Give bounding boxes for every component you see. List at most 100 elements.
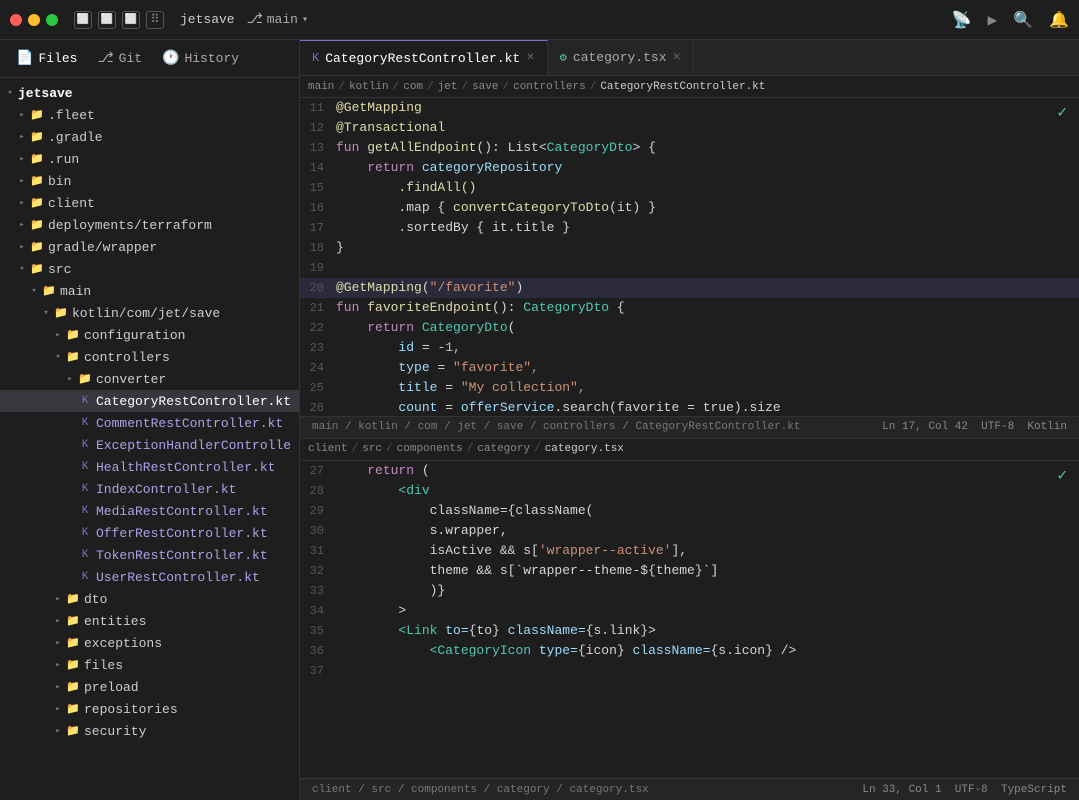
tree-item-comment-rest[interactable]: K CommentRestController.kt [0,412,299,434]
code-line-12: 12@Transactional [300,118,1079,138]
tree-item-client[interactable]: 📁 client [0,192,299,214]
minimize-button[interactable] [28,14,40,26]
tree-item-health[interactable]: K HealthRestController.kt [0,456,299,478]
tree-item-controllers[interactable]: 📁 controllers [0,346,299,368]
tree-item-category-rest[interactable]: K CategoryRestController.kt [0,390,299,412]
bin-folder-icon: 📁 [30,174,44,188]
security-label: security [84,724,146,739]
sidebar-tabs: 📄 Files ⎇ Git 🕐 History [0,40,299,78]
main-arrow-icon [28,285,40,297]
run-icon[interactable]: ▶ [988,10,998,30]
tsx-position-status: Ln 33, Col 1 UTF-8 TypeScript [862,784,1067,796]
kt-tab-close-icon[interactable]: × [526,51,534,65]
tsx-tab-close-icon[interactable]: × [673,51,681,65]
tree-item-user[interactable]: K UserRestController.kt [0,566,299,588]
deployments-label: deployments/terraform [48,218,212,233]
editor-tab-tsx[interactable]: ⚙ category.tsx × [548,40,694,75]
converter-arrow-icon [64,373,76,385]
files-label: files [84,658,123,673]
root-label: jetsave [18,86,73,101]
tree-item-run[interactable]: 📁 .run [0,148,299,170]
tree-item-configuration[interactable]: 📁 configuration [0,324,299,346]
tsx-code-content: ✓ 27 return ( 28 <div 29 className={clas… [300,461,1079,779]
tree-item-index[interactable]: K IndexController.kt [0,478,299,500]
tree-item-exception[interactable]: K ExceptionHandlerControlle [0,434,299,456]
tree-item-gradle-wrapper[interactable]: 📁 gradle/wrapper [0,236,299,258]
tree-root[interactable]: jetsave [0,82,299,104]
tree-item-exceptions[interactable]: 📁 exceptions [0,632,299,654]
tree-item-kotlin[interactable]: 📁 kotlin/com/jet/save [0,302,299,324]
sidebar: 📄 Files ⎇ Git 🕐 History jetsave 📁 . [0,40,300,800]
kt-tab-label: CategoryRestController.kt [325,51,520,66]
notification-icon[interactable]: 🔔 [1049,10,1069,30]
code-line-23: 23 id = -1, [300,338,1079,358]
client-label: client [48,196,95,211]
tree-item-converter[interactable]: 📁 converter [0,368,299,390]
kt-breadcrumb-file: CategoryRestController.kt [600,81,765,93]
main-layout: 📄 Files ⎇ Git 🕐 History jetsave 📁 . [0,40,1079,800]
maximize-button[interactable] [46,14,58,26]
exceptions-folder-icon: 📁 [66,636,80,650]
tree-item-offer[interactable]: K OfferRestController.kt [0,522,299,544]
category-rest-label: CategoryRestController.kt [96,394,291,409]
kt-code-pane: main / kotlin / com / jet / save / contr… [300,76,1079,439]
kt-icon-comment: K [78,416,92,430]
controllers-folder-icon: 📁 [66,350,80,364]
tsx-line-30: 30 s.wrapper, [300,521,1079,541]
security-arrow-icon [52,725,64,737]
sidebar-tab-git[interactable]: ⎇ Git [89,46,150,71]
deployments-arrow-icon [16,219,28,231]
code-line-14: 14 return categoryRepository [300,158,1079,178]
tree-item-entities[interactable]: 📁 entities [0,610,299,632]
tsx-line-34: 34 > [300,601,1079,621]
tree-item-bin[interactable]: 📁 bin [0,170,299,192]
sidebar-tab-files[interactable]: 📄 Files [8,46,85,71]
tree-item-src[interactable]: 📁 src [0,258,299,280]
kt-icon-offer: K [78,526,92,540]
exceptions-label: exceptions [84,636,162,651]
search-icon[interactable]: 🔍 [1013,10,1033,30]
kotlin-folder-icon: 📁 [54,306,68,320]
code-line-13: 13fun getAllEndpoint(): List<CategoryDto… [300,138,1079,158]
offer-label: OfferRestController.kt [96,526,268,541]
sidebar-toggle-icon[interactable]: ⬜ [74,11,92,29]
gradle-folder-icon: 📁 [30,130,44,144]
code-line-17: 17 .sortedBy { it.title } [300,218,1079,238]
layout-icon[interactable]: ⬜ [98,11,116,29]
code-line-25: 25 title = "My collection", [300,378,1079,398]
sidebar-tab-history[interactable]: 🕐 History [154,46,247,71]
code-line-19: 19 [300,258,1079,278]
tree-item-gradle[interactable]: 📁 .gradle [0,126,299,148]
tree-item-deployments[interactable]: 📁 deployments/terraform [0,214,299,236]
branch-selector[interactable]: ⎇ main ▾ [247,11,308,28]
configuration-arrow-icon [52,329,64,341]
root-arrow-icon [4,87,16,99]
index-label: IndexController.kt [96,482,236,497]
health-label: HealthRestController.kt [96,460,275,475]
panel-icon[interactable]: ⬜ [122,11,140,29]
security-folder-icon: 📁 [66,724,80,738]
tree-item-token[interactable]: K TokenRestController.kt [0,544,299,566]
gradle-wrapper-folder-icon: 📁 [30,240,44,254]
kotlin-arrow-icon [40,307,52,319]
tree-item-preload[interactable]: 📁 preload [0,676,299,698]
tree-item-files[interactable]: 📁 files [0,654,299,676]
broadcast-icon[interactable]: 📡 [952,10,972,30]
run-folder-icon: 📁 [30,152,44,166]
tree-item-media[interactable]: K MediaRestController.kt [0,500,299,522]
sidebar-tab-files-label: Files [38,51,77,66]
editor-area: K CategoryRestController.kt × ⚙ category… [300,40,1079,800]
grid-icon[interactable]: ⠿ [146,11,164,29]
close-button[interactable] [10,14,22,26]
kt-breadcrumb-kotlin: kotlin [349,81,389,93]
tree-item-repositories[interactable]: 📁 repositories [0,698,299,720]
tree-item-security[interactable]: 📁 security [0,720,299,742]
tree-item-dto[interactable]: 📁 dto [0,588,299,610]
tree-item-fleet[interactable]: 📁 .fleet [0,104,299,126]
tree-item-main[interactable]: 📁 main [0,280,299,302]
token-label: TokenRestController.kt [96,548,268,563]
tsx-line-28: 28 <div [300,481,1079,501]
repositories-folder-icon: 📁 [66,702,80,716]
tsx-tab-icon: ⚙ [560,50,567,65]
editor-tab-kt[interactable]: K CategoryRestController.kt × [300,40,548,75]
